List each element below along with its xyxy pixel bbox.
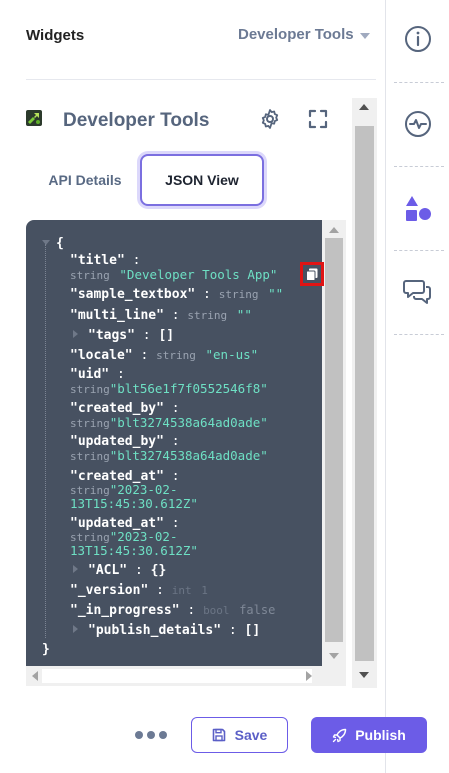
json-value-in-progress: false bbox=[239, 603, 276, 617]
json-vertical-scrollbar[interactable] bbox=[322, 220, 346, 666]
json-open-brace: { bbox=[56, 236, 64, 251]
json-value-sample-textbox: "" bbox=[268, 286, 284, 301]
gear-icon[interactable] bbox=[258, 107, 282, 131]
save-label: Save bbox=[234, 727, 268, 743]
scroll-right-arrow-icon[interactable] bbox=[306, 671, 312, 681]
rail-divider bbox=[394, 334, 444, 335]
json-key-locale: "locale" bbox=[70, 348, 133, 363]
json-type-label: string bbox=[156, 349, 196, 362]
shapes-icon[interactable] bbox=[402, 192, 434, 224]
json-type-label: string bbox=[70, 383, 110, 396]
more-options-button[interactable] bbox=[135, 726, 167, 744]
json-value-version: 1 bbox=[201, 584, 208, 597]
chevron-down-icon bbox=[359, 32, 370, 39]
json-viewer: { "title" : string "Developer Tools App"… bbox=[26, 220, 346, 666]
json-type-label: int bbox=[171, 584, 192, 597]
expand-toggle-icon[interactable] bbox=[73, 565, 78, 573]
tab-api-details[interactable]: API Details bbox=[34, 154, 136, 206]
json-value-created-by: "blt3274538a64ad0ade" bbox=[109, 415, 268, 430]
save-button[interactable]: Save bbox=[191, 717, 288, 753]
copy-icon bbox=[306, 268, 318, 281]
dot-icon bbox=[135, 731, 143, 739]
widget-selector-value: Developer Tools bbox=[238, 26, 354, 43]
json-key-publish-details: "publish_details" bbox=[88, 623, 222, 638]
rail-divider bbox=[394, 250, 444, 251]
scroll-up-arrow-icon[interactable] bbox=[329, 227, 339, 233]
publish-label: Publish bbox=[355, 727, 406, 743]
json-value-title: "Developer Tools App" bbox=[119, 267, 278, 282]
scrollbar-thumb[interactable] bbox=[42, 669, 312, 683]
dot-icon bbox=[159, 731, 167, 739]
developer-tools-logo-icon bbox=[26, 110, 42, 126]
json-key-sample-textbox: "sample_textbox" bbox=[70, 287, 196, 302]
widget-selector-dropdown[interactable]: Developer Tools bbox=[238, 26, 370, 43]
activity-icon[interactable] bbox=[402, 108, 434, 140]
json-horizontal-scrollbar[interactable] bbox=[26, 666, 346, 686]
json-key-version: "_version" bbox=[70, 583, 149, 598]
json-key-in-progress: "_in_progress" bbox=[70, 603, 180, 618]
scrollbar-thumb[interactable] bbox=[355, 126, 374, 661]
scroll-down-arrow-icon[interactable] bbox=[359, 672, 369, 678]
json-value-multi-line: "" bbox=[236, 307, 252, 322]
json-type-label: string bbox=[70, 269, 110, 282]
panel-vertical-scrollbar[interactable] bbox=[352, 98, 377, 688]
json-value-locale: "en-us" bbox=[205, 347, 259, 362]
expand-toggle-icon[interactable] bbox=[73, 625, 78, 633]
developer-tools-widget: Developer Tools API Details JSON View { … bbox=[0, 98, 377, 690]
json-type-label: string bbox=[218, 288, 259, 301]
collapse-toggle-icon[interactable] bbox=[42, 240, 50, 245]
right-sidebar bbox=[385, 0, 449, 773]
dot-icon bbox=[147, 731, 155, 739]
json-close-brace: } bbox=[42, 642, 50, 657]
json-value-created-at-cont: 13T15:45:30.612Z" bbox=[70, 496, 198, 511]
json-key-tags: "tags" bbox=[88, 328, 135, 343]
json-value-publish-details: [] bbox=[244, 623, 261, 638]
header-divider bbox=[26, 79, 376, 80]
widget-title: Developer Tools bbox=[63, 110, 210, 131]
scrollbar-thumb[interactable] bbox=[325, 238, 343, 642]
json-value-tags: [] bbox=[158, 328, 175, 343]
scroll-left-arrow-icon[interactable] bbox=[32, 671, 38, 681]
save-icon bbox=[212, 728, 225, 742]
tab-json-view[interactable]: JSON View bbox=[140, 154, 264, 206]
json-type-label: string bbox=[70, 417, 110, 430]
info-icon[interactable] bbox=[402, 23, 434, 55]
publish-button[interactable]: Publish bbox=[311, 717, 427, 753]
chat-icon[interactable] bbox=[402, 275, 434, 307]
json-key-multi-line: "multi_line" bbox=[70, 308, 164, 323]
rocket-icon bbox=[333, 728, 347, 742]
expand-icon[interactable] bbox=[306, 107, 330, 131]
json-value-acl: {} bbox=[150, 563, 167, 578]
tree-guide-line bbox=[45, 244, 46, 638]
rail-divider bbox=[394, 166, 444, 167]
scroll-down-arrow-icon[interactable] bbox=[329, 653, 339, 659]
json-type-label: bool bbox=[203, 604, 230, 617]
json-key-acl: "ACL" bbox=[88, 563, 128, 578]
rail-divider bbox=[394, 82, 444, 83]
widgets-heading: Widgets bbox=[26, 27, 85, 44]
expand-toggle-icon[interactable] bbox=[73, 330, 78, 338]
json-value-updated-by: "blt3274538a64ad0ade" bbox=[109, 448, 268, 463]
json-value-updated-at-cont: 13T15:45:30.612Z" bbox=[70, 543, 198, 558]
json-type-label: string bbox=[70, 450, 110, 463]
copy-json-button[interactable] bbox=[300, 262, 324, 286]
scroll-up-arrow-icon[interactable] bbox=[359, 104, 369, 110]
json-value-uid: "blt56e1f7f0552546f8" bbox=[109, 381, 268, 396]
json-type-label: string bbox=[187, 309, 228, 322]
